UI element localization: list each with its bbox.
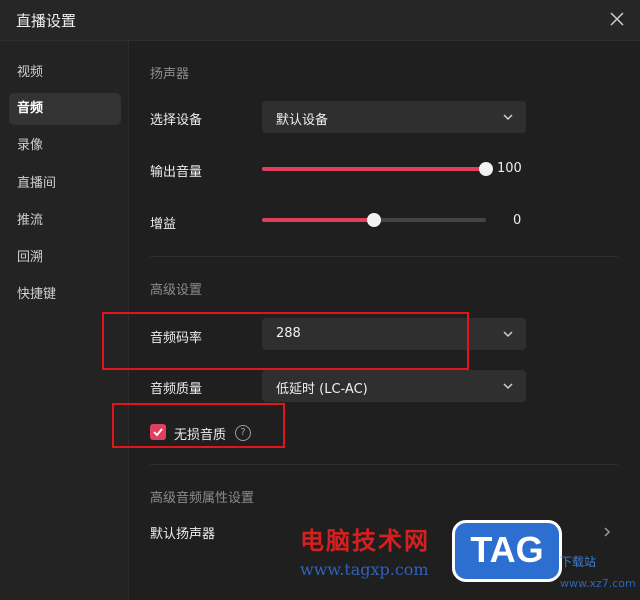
sidebar-item-stream[interactable]: 推流 <box>9 205 121 237</box>
gain-label: 增益 <box>150 217 177 232</box>
chevron-down-icon <box>503 114 513 121</box>
watermark-tag-logo: TAG <box>452 520 562 582</box>
device-select[interactable]: 默认设备 <box>262 101 526 133</box>
volume-label: 输出音量 <box>150 165 203 180</box>
highlight-box-lossless <box>112 403 285 448</box>
volume-slider-handle[interactable] <box>479 162 493 176</box>
section-divider <box>150 256 618 257</box>
title-bar: 直播设置 <box>0 0 640 41</box>
device-label: 选择设备 <box>150 113 203 128</box>
watermark-tag-text: TAG <box>470 529 544 570</box>
window-title: 直播设置 <box>16 12 77 30</box>
advanced-section-label: 高级设置 <box>150 283 203 298</box>
speaker-section-label: 扬声器 <box>150 67 190 82</box>
close-icon[interactable] <box>608 10 626 28</box>
sidebar-item-live-room[interactable]: 直播间 <box>9 168 121 200</box>
gain-slider-fill <box>262 218 374 222</box>
device-select-value: 默认设备 <box>276 113 329 128</box>
gain-slider-handle[interactable] <box>367 213 381 227</box>
sidebar-item-shortcuts[interactable]: 快捷键 <box>9 279 121 311</box>
watermark-site-name: 电脑技术网 <box>300 527 430 555</box>
section-divider <box>150 464 618 465</box>
sidebar-item-replay[interactable]: 回溯 <box>9 242 121 274</box>
highlight-box-bitrate <box>102 312 469 370</box>
watermark-site-url: www.tagxp.com <box>300 560 429 579</box>
volume-slider[interactable] <box>262 162 493 176</box>
chevron-down-icon <box>503 331 513 338</box>
volume-slider-fill <box>262 167 486 171</box>
quality-select[interactable]: 低延时 (LC-AC) <box>262 370 526 402</box>
watermark-right-text: 下载站 <box>560 555 597 569</box>
chevron-right-icon[interactable] <box>602 526 612 538</box>
quality-label: 音频质量 <box>150 382 203 397</box>
sidebar-item-recording[interactable]: 录像 <box>9 130 121 162</box>
watermark-right-url: www.xz7.com <box>560 577 636 590</box>
advanced-props-section-label: 高级音频属性设置 <box>150 491 255 506</box>
gain-value: 0 <box>513 213 522 228</box>
quality-select-value: 低延时 (LC-AC) <box>276 382 368 397</box>
chevron-down-icon <box>503 383 513 390</box>
sidebar-item-audio[interactable]: 音频 <box>9 93 121 125</box>
volume-value: 100 <box>497 161 522 176</box>
sidebar-item-video[interactable]: 视频 <box>9 57 121 89</box>
default-speaker-label[interactable]: 默认扬声器 <box>150 523 215 542</box>
gain-slider[interactable] <box>262 213 486 227</box>
